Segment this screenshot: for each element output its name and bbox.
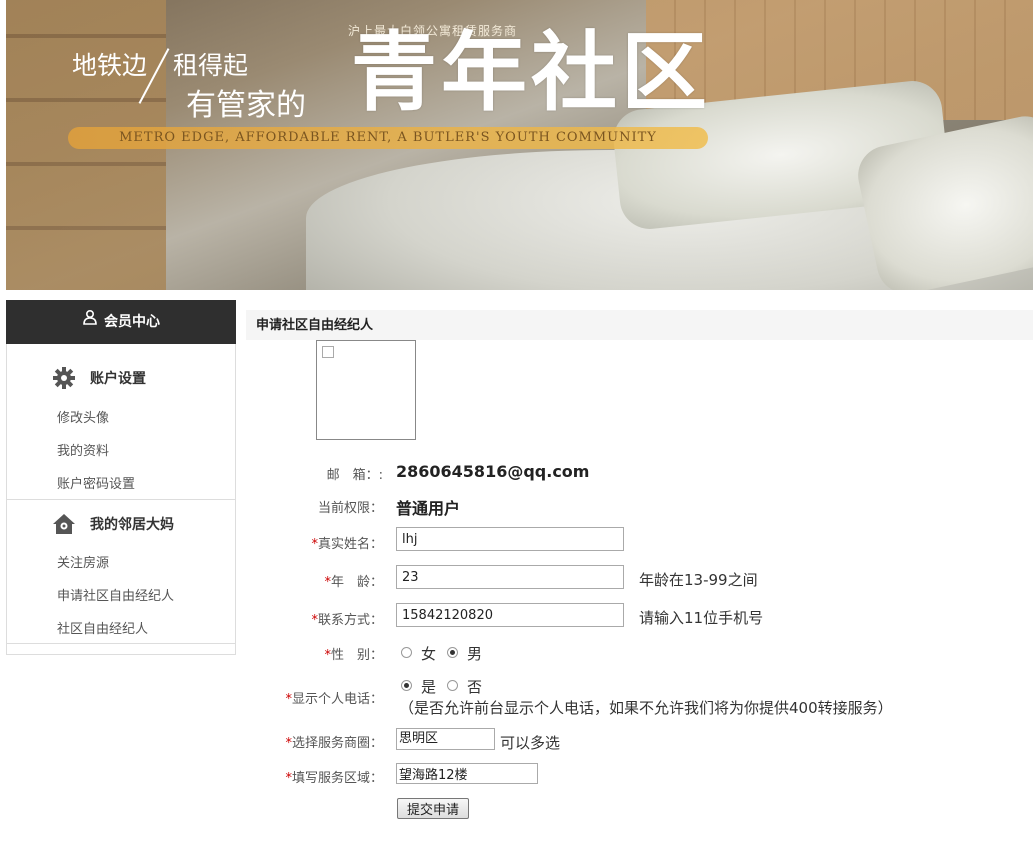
show-phone-label: *显示个人电话： [238, 688, 383, 707]
avatar-image[interactable] [316, 340, 416, 440]
email-label: 邮 箱：: [326, 468, 383, 483]
show-phone-option-yes: 是 [421, 678, 437, 696]
page-title: 申请社区自由经纪人 [246, 310, 1033, 340]
banner-tagline-b: 有管家的 [186, 88, 306, 123]
sidebar-item-apply-agent[interactable]: 申请社区自由经纪人 [57, 585, 174, 604]
banner-tagline-a-part2: 租得起 [173, 51, 249, 80]
contact-input[interactable] [396, 603, 624, 627]
sidebar: 账户设置 修改头像 我的资料 账户密码设置 我的邻居大妈 关注房源 申请社区自由… [6, 344, 236, 655]
show-phone-radio-no[interactable] [447, 680, 458, 691]
sidebar-divider [7, 643, 235, 644]
permission-value: 普通用户 [396, 499, 461, 518]
district-label: *选择服务商圈： [238, 732, 383, 751]
district-option-selected[interactable]: 思明区 [399, 731, 438, 746]
gender-option-female: 女 [421, 645, 437, 663]
realname-label-text: 真实姓名： [317, 537, 383, 552]
age-label: *年 龄： [238, 571, 383, 590]
sidebar-section-title: 账户设置 [90, 371, 146, 387]
realname-label: *真实姓名： [238, 533, 383, 552]
age-label-text: 年 龄： [330, 575, 383, 590]
sidebar-item-my-profile[interactable]: 我的资料 [57, 440, 109, 459]
email-value: 2860645816@qq.com [396, 462, 590, 481]
gender-option-male: 男 [467, 645, 483, 663]
district-hint: 可以多选 [500, 734, 561, 752]
sidebar-item-followed-houses[interactable]: 关注房源 [57, 552, 109, 571]
show-phone-radio-yes[interactable] [401, 680, 412, 691]
contact-label-text: 联系方式： [317, 613, 383, 628]
show-phone-option-no: 否 [467, 678, 483, 696]
sidebar-item-community-agent[interactable]: 社区自由经纪人 [57, 618, 148, 637]
area-label: *填写服务区域： [238, 767, 383, 786]
gender-radio-female[interactable] [401, 647, 412, 658]
submit-button[interactable]: 提交申请 [397, 798, 469, 819]
gender-radio-male[interactable] [447, 647, 458, 658]
gear-icon [52, 366, 76, 394]
banner-tagline-a-part1: 地铁边 [72, 51, 148, 80]
house-icon [52, 512, 76, 540]
sidebar-section-neighbor: 我的邻居大妈 [52, 514, 174, 534]
realname-input[interactable] [396, 527, 624, 551]
show-phone-note: （是否允许前台显示个人电话，如果不允许我们将为你提供400转接服务） [399, 699, 893, 717]
sidebar-divider [7, 499, 235, 500]
broken-image-icon [322, 346, 334, 358]
age-hint: 年龄在13-99之间 [639, 571, 758, 589]
sidebar-section-title: 我的邻居大妈 [90, 517, 174, 533]
district-label-text: 选择服务商圈： [291, 736, 383, 751]
sidebar-item-password[interactable]: 账户密码设置 [57, 473, 135, 492]
district-multiselect[interactable]: 思明区 [396, 728, 495, 750]
show-phone-label-text: 显示个人电话： [291, 692, 383, 707]
age-input[interactable] [396, 565, 624, 589]
gender-label: *性 别： [238, 644, 383, 663]
gender-label-text: 性 别： [330, 648, 383, 663]
member-center-label: 会员中心 [104, 314, 160, 330]
user-icon [82, 299, 98, 343]
banner-subtitle-en: METRO EDGE, AFFORDABLE RENT, A BUTLER'S … [68, 127, 708, 149]
banner-image: 沪上最大白领公寓租赁服务商 地铁边 租得起 有管家的 青年社区 METRO EDG… [6, 0, 1033, 290]
contact-label: *联系方式： [238, 609, 383, 628]
member-center-header: 会员中心 [6, 300, 236, 344]
area-input[interactable] [396, 763, 538, 784]
contact-hint: 请输入11位手机号 [639, 609, 764, 627]
permission-label: 当前权限： [317, 501, 383, 516]
area-label-text: 填写服务区域： [291, 771, 383, 786]
sidebar-section-account: 账户设置 [52, 367, 146, 389]
banner-title: 青年社区 [351, 23, 711, 123]
sidebar-item-change-avatar[interactable]: 修改头像 [57, 407, 109, 426]
